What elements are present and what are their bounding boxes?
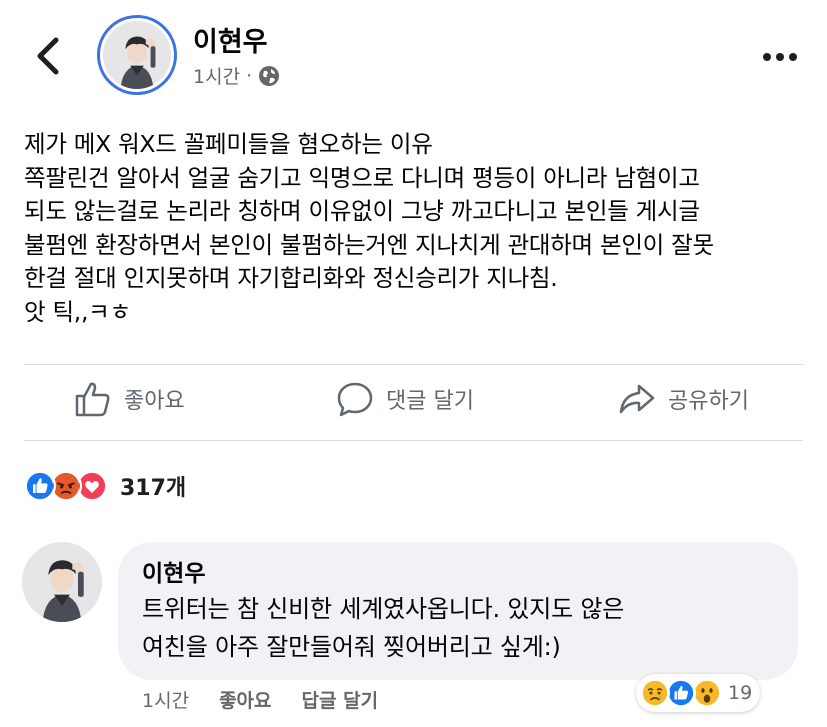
reaction-summary[interactable]: 317개 xyxy=(24,468,186,504)
back-button[interactable] xyxy=(30,34,64,78)
comment-reply-button[interactable]: 답글 달기 xyxy=(302,686,379,713)
share-label: 공유하기 xyxy=(668,389,749,414)
chevron-left-icon xyxy=(37,37,59,75)
author-avatar[interactable] xyxy=(97,15,177,95)
like-label: 좋아요 xyxy=(124,389,185,414)
comment-reaction-summary[interactable]: 19 xyxy=(636,674,761,712)
divider-bottom xyxy=(24,440,803,441)
comment-label: 댓글 달기 xyxy=(386,389,474,414)
comment-bubble-icon xyxy=(337,382,373,417)
comment-meta: 1시간 좋아요 답글 달기 xyxy=(142,686,378,713)
commenter-avatar[interactable] xyxy=(22,542,102,622)
like-button[interactable]: 좋아요 xyxy=(74,380,185,418)
globe-icon xyxy=(259,65,280,86)
post-meta: 1시간 · xyxy=(193,62,280,89)
comment-button[interactable]: 댓글 달기 xyxy=(336,380,474,418)
wow-reaction-icon xyxy=(692,678,722,708)
commenter-avatar-photo xyxy=(22,542,102,622)
post-header: 이현우 1시간 · xyxy=(0,0,827,110)
reaction-count[interactable]: 317개 xyxy=(120,470,186,502)
avatar-photo xyxy=(103,21,171,89)
more-options-button[interactable] xyxy=(760,48,800,66)
comment-reaction-count: 19 xyxy=(728,682,753,704)
thumbs-up-icon xyxy=(75,382,110,417)
like-reaction-icon xyxy=(666,678,696,708)
sad-reaction-icon xyxy=(640,678,670,708)
meta-separator: · xyxy=(246,64,253,87)
comment-bubble[interactable]: 이현우 트위터는 참 신비한 세계였사옵니다. 있지도 않은 여친을 아주 잘만… xyxy=(118,542,798,680)
comment-time: 1시간 xyxy=(142,690,190,712)
comment-text: 트위터는 참 신비한 세계였사옵니다. 있지도 않은 여친을 아주 잘만들어줘 … xyxy=(142,595,625,661)
post-body-text: 제가 메X 워X드 꼴페미들을 혐오하는 이유 쪽팔린건 알아서 얼굴 숨기고 … xyxy=(24,130,714,326)
comment-like-button[interactable]: 좋아요 xyxy=(219,686,271,713)
more-dots-icon xyxy=(763,53,797,61)
like-reaction-icon xyxy=(24,470,56,502)
share-arrow-icon xyxy=(619,384,655,414)
share-button[interactable]: 공유하기 xyxy=(618,380,749,418)
commenter-name[interactable]: 이현우 xyxy=(142,554,205,588)
post-time: 1시간 xyxy=(193,66,241,88)
divider-top xyxy=(24,364,803,365)
author-name[interactable]: 이현우 xyxy=(193,20,268,59)
post-action-bar: 좋아요 댓글 달기 공유하기 xyxy=(0,366,827,438)
